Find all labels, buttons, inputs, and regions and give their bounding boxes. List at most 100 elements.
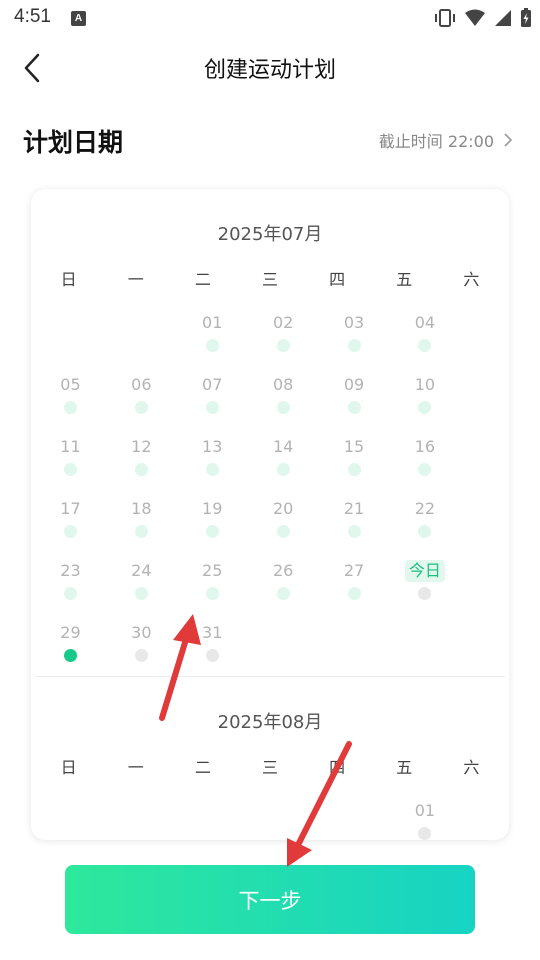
weekday-label: 三 [261, 758, 278, 777]
weekday-header: 日一二三四五六 [31, 754, 509, 778]
plan-date-title: 计划日期 [23, 128, 124, 157]
day-cell[interactable]: 01 [389, 788, 460, 840]
day-cell[interactable]: 23 [35, 548, 106, 610]
day-status-dot [63, 587, 77, 600]
empty-day-cell [106, 300, 177, 362]
weekday-label: 日 [60, 270, 77, 289]
day-status-dot [418, 587, 432, 600]
day-status-dot [63, 401, 77, 414]
day-cell-today[interactable]: 今日 [389, 548, 460, 610]
day-number: 29 [60, 623, 81, 642]
day-cell[interactable]: 11 [35, 424, 106, 486]
day-cell[interactable]: 15 [319, 424, 390, 486]
day-cell[interactable]: 04 [389, 300, 460, 362]
day-cell[interactable]: 08 [248, 362, 319, 424]
day-number: 05 [60, 375, 81, 394]
day-cell[interactable]: 21 [319, 486, 390, 548]
day-status-dot [276, 463, 290, 476]
day-status-dot [418, 525, 432, 538]
day-number: 18 [131, 499, 152, 518]
day-status-dot [134, 525, 148, 538]
day-cell[interactable]: 14 [248, 424, 319, 486]
day-cell[interactable]: 16 [389, 424, 460, 486]
day-number: 15 [343, 437, 365, 456]
day-number: 26 [272, 561, 294, 580]
empty-day-cell [319, 788, 390, 840]
day-number: 09 [343, 375, 365, 394]
day-cell[interactable]: 25 [177, 548, 248, 610]
day-status-dot [347, 525, 361, 538]
weekday-header: 日一二三四五六 [31, 266, 509, 290]
day-status-dot [205, 339, 219, 352]
day-status-dot [276, 525, 290, 538]
day-status-dot [418, 401, 432, 414]
month-title: 2025年07月 [217, 224, 323, 245]
weekday-label: 二 [194, 270, 211, 289]
day-number: 13 [202, 437, 223, 456]
day-status-dot [134, 587, 148, 600]
day-grid: 010203040506070809 [31, 788, 509, 840]
day-status-dot [205, 587, 219, 600]
day-cell[interactable]: 09 [319, 362, 390, 424]
vibrate-icon [435, 9, 455, 27]
day-cell[interactable]: 20 [248, 486, 319, 548]
day-cell[interactable]: 30 [106, 610, 177, 672]
day-number: 14 [272, 437, 294, 456]
day-cell[interactable]: 17 [35, 486, 106, 548]
day-cell[interactable]: 10 [389, 362, 460, 424]
day-cell[interactable]: 05 [35, 362, 106, 424]
day-number: 17 [60, 499, 81, 518]
day-status-dot [347, 339, 361, 352]
day-status-dot [134, 401, 148, 414]
day-number: 21 [343, 499, 365, 518]
day-cell[interactable]: 06 [106, 362, 177, 424]
day-cell[interactable]: 24 [106, 548, 177, 610]
day-status-dot [347, 587, 361, 600]
day-status-dot [418, 827, 432, 840]
empty-day-cell [35, 788, 106, 840]
next-step-label: 下一步 [238, 889, 302, 913]
day-grid: 01 02 03 04 05 06 07 08 09 10 11 12 13 14 15 16 17 18 19 20… [31, 300, 509, 672]
month-title: 2025年08月 [217, 712, 323, 733]
day-cell[interactable]: 19 [177, 486, 248, 548]
page-title: 创建运动计划 [203, 58, 336, 83]
day-number: 23 [60, 561, 81, 580]
weekday-label: 日 [60, 758, 77, 777]
day-cell-selected[interactable]: 29 [35, 610, 106, 672]
day-cell[interactable]: 12 [106, 424, 177, 486]
battery-charging-icon [521, 8, 531, 27]
month-block: 2025年08月日 一 二 三 四 五 六 010203040506070809 [31, 676, 509, 840]
day-status-dot [276, 339, 290, 352]
day-number: 11 [60, 437, 81, 456]
day-status-dot [418, 339, 432, 352]
calendar-card: 2025年07月日一二三四五六 01 02 03 04 05 06 07 08 09 10 11 12 1… [31, 189, 509, 840]
next-step-button[interactable]: 下一步 [65, 865, 475, 934]
chevron-right-icon [504, 133, 512, 147]
day-number: 07 [202, 375, 223, 394]
status-bar: 4:51 A [0, 0, 540, 36]
day-number: 06 [131, 375, 152, 394]
day-number: 03 [343, 313, 365, 332]
day-cell[interactable]: 18 [106, 486, 177, 548]
day-cell[interactable]: 26 [248, 548, 319, 610]
day-cell[interactable]: 07 [177, 362, 248, 424]
weekday-label: 四 [329, 270, 346, 289]
notification-a-icon: A [71, 11, 86, 26]
deadline-selector[interactable]: 截止时间 22:00 [379, 128, 512, 152]
empty-day-cell [106, 788, 177, 840]
day-number: 30 [131, 623, 152, 642]
day-number: 25 [202, 561, 223, 580]
weekday-label: 一 [127, 270, 144, 289]
day-cell[interactable]: 01 [177, 300, 248, 362]
weekday-label: 二 [194, 758, 211, 777]
day-cell[interactable]: 31 [177, 610, 248, 672]
day-status-dot [347, 401, 361, 414]
day-cell[interactable]: 22 [389, 486, 460, 548]
day-cell[interactable]: 27 [319, 548, 390, 610]
day-cell[interactable]: 03 [319, 300, 390, 362]
day-status-dot [205, 463, 219, 476]
day-cell[interactable]: 02 [248, 300, 319, 362]
day-cell[interactable]: 13 [177, 424, 248, 486]
status-time: 4:51 [14, 6, 51, 27]
month-block: 2025年07月日 一 二 三 四 五 六 01 02 03 04 05 06 07 08 09 10 11 12 1… [31, 220, 509, 672]
